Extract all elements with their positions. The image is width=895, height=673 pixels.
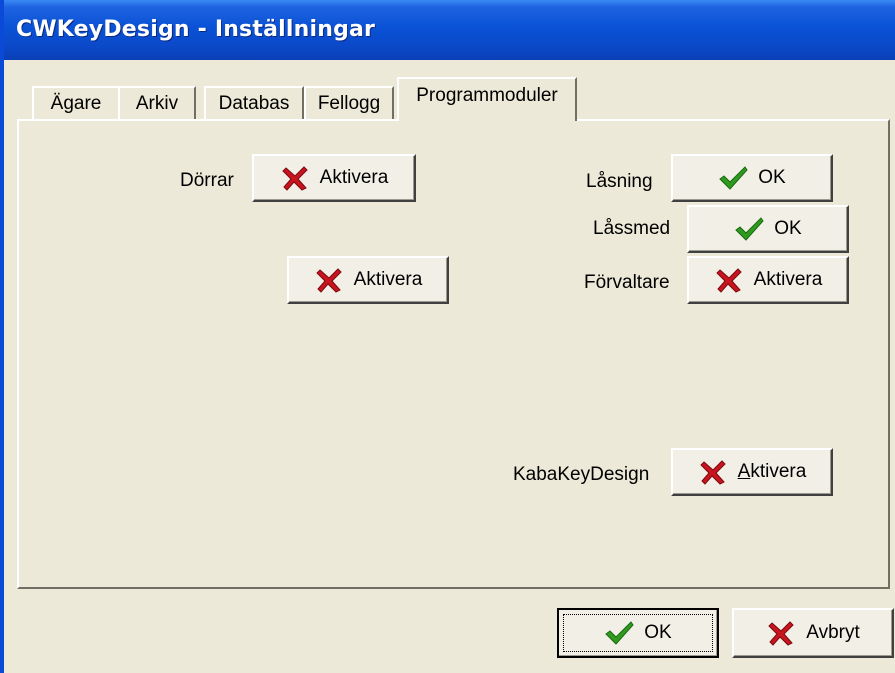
lassmed-label: Låssmed — [593, 218, 671, 239]
lassmed-ok-button[interactable]: OK — [687, 205, 849, 253]
window-title: CWKeyDesign - Inställningar — [16, 17, 376, 42]
tab-label: Programmoduler — [416, 85, 558, 106]
button-label: Aktivera — [319, 167, 389, 188]
button-label: Aktivera — [753, 269, 823, 290]
checkmark-icon — [734, 216, 764, 242]
tab-label: Fellogg — [317, 92, 381, 114]
kabakeydesign-label: KabaKeyDesign — [513, 464, 650, 485]
button-label: OK — [758, 167, 786, 188]
settings-dialog: CWKeyDesign - Inställningar Ägare Arkiv … — [0, 0, 895, 673]
module-activate-button[interactable]: Aktivera — [287, 256, 449, 304]
dorrar-activate-button[interactable]: Aktivera — [252, 154, 416, 202]
checkmark-icon — [604, 620, 634, 646]
kabakeydesign-activate-button[interactable]: Aktivera — [671, 448, 833, 496]
tab-arkiv[interactable]: Arkiv — [118, 86, 196, 119]
forvaltare-label: Förvaltare — [584, 272, 670, 293]
x-icon — [766, 620, 796, 646]
x-icon — [314, 267, 344, 293]
x-icon — [280, 165, 310, 191]
tab-fellogg[interactable]: Fellogg — [304, 86, 394, 119]
button-label: Aktivera — [737, 461, 807, 482]
button-label: OK — [644, 622, 672, 643]
dorrar-label: Dörrar — [180, 170, 234, 191]
tab-databas[interactable]: Databas — [204, 86, 304, 119]
x-icon — [698, 459, 728, 485]
forvaltare-activate-button[interactable]: Aktivera — [687, 256, 849, 304]
ok-button[interactable]: OK — [557, 608, 719, 658]
button-label: OK — [774, 218, 802, 239]
tab-label: Ägare — [50, 92, 102, 114]
tab-label: Arkiv — [135, 92, 179, 114]
cancel-button[interactable]: Avbryt — [732, 608, 894, 658]
title-bar[interactable]: CWKeyDesign - Inställningar — [4, 0, 895, 60]
lasning-ok-button[interactable]: OK — [671, 154, 833, 202]
tab-agare[interactable]: Ägare — [32, 86, 120, 119]
lasning-label: Låsning — [586, 171, 653, 192]
button-label: Avbryt — [806, 622, 860, 643]
focus-ring — [563, 614, 713, 652]
tab-label: Databas — [218, 92, 290, 114]
tab-programmoduler[interactable]: Programmoduler — [397, 77, 577, 121]
button-label: Aktivera — [353, 269, 423, 290]
x-icon — [714, 267, 744, 293]
checkmark-icon — [718, 165, 748, 191]
